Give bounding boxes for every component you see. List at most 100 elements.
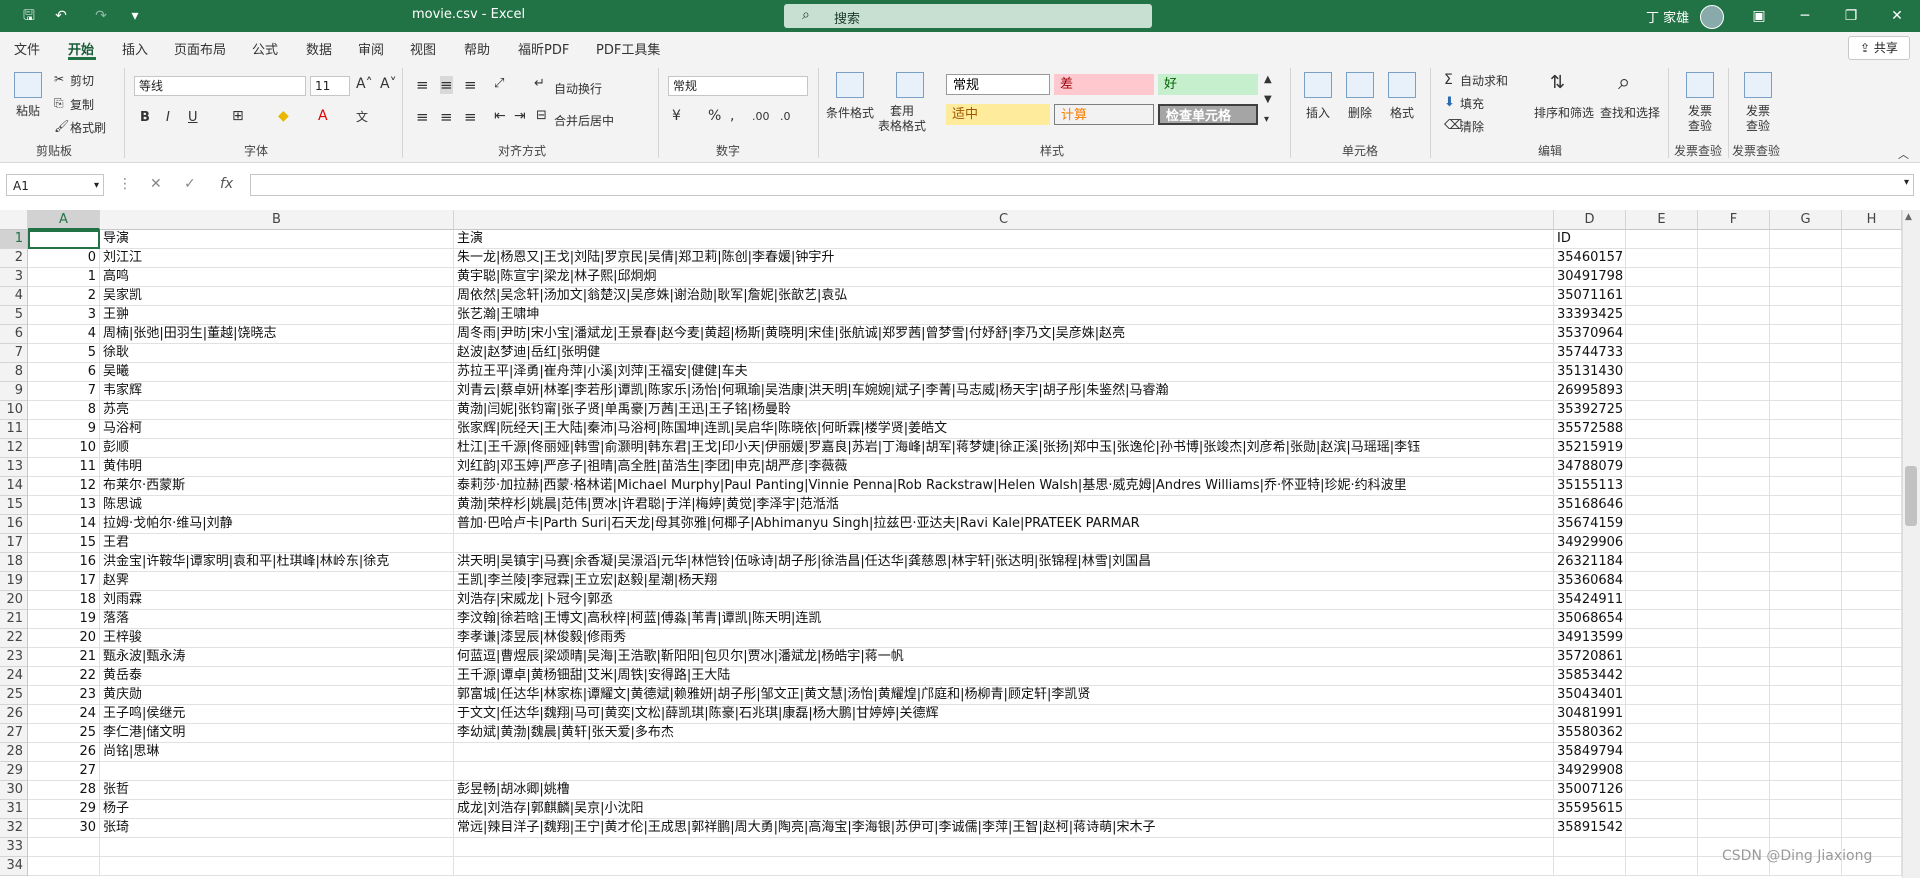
cell[interactable]: 布莱尔·西蒙斯 xyxy=(100,477,454,496)
cell[interactable] xyxy=(1626,591,1698,610)
merge-center-icon[interactable]: ⊟ xyxy=(536,108,547,123)
cell[interactable] xyxy=(1698,762,1770,781)
cell[interactable] xyxy=(1842,287,1902,306)
cell[interactable] xyxy=(28,230,100,249)
format-painter-icon[interactable]: 🖌 xyxy=(54,119,69,133)
cell[interactable] xyxy=(1842,553,1902,572)
bold-button[interactable]: B xyxy=(140,110,150,125)
styles-scroll-up-icon[interactable]: ▲ xyxy=(1264,74,1272,85)
cell[interactable] xyxy=(1626,363,1698,382)
italic-button[interactable]: I xyxy=(166,110,170,125)
cell[interactable]: 李幼斌|黄渤|魏晨|黄轩|张天爱|多布杰 xyxy=(454,724,1554,743)
number-format-dropdown[interactable]: 常规 xyxy=(668,76,808,96)
style-normal[interactable]: 常规 xyxy=(946,74,1050,95)
cell[interactable]: 泰莉莎·加拉赫|西蒙·格林诺|Michael Murphy|Paul Panti… xyxy=(454,477,1554,496)
cell[interactable]: 34788079 xyxy=(1554,458,1626,477)
row-header[interactable]: 22 xyxy=(0,629,28,648)
cell[interactable]: 成龙|刘浩存|郭麒麟|吴京|小沈阳 xyxy=(454,800,1554,819)
cell[interactable]: 28 xyxy=(28,781,100,800)
cell[interactable] xyxy=(454,762,1554,781)
style-neutral[interactable]: 适中 xyxy=(946,104,1050,125)
table-format-button[interactable]: 套用 表格格式 xyxy=(878,104,926,134)
row-header[interactable]: 12 xyxy=(0,439,28,458)
cell[interactable] xyxy=(1770,401,1842,420)
cell[interactable]: 35744733 xyxy=(1554,344,1626,363)
cell[interactable]: 34929906 xyxy=(1554,534,1626,553)
cell[interactable] xyxy=(1770,686,1842,705)
cell[interactable] xyxy=(1770,743,1842,762)
cell[interactable] xyxy=(1698,534,1770,553)
wrap-text-icon[interactable]: ↵ xyxy=(534,76,545,91)
cell[interactable] xyxy=(1626,325,1698,344)
cell[interactable]: 16 xyxy=(28,553,100,572)
style-check-cell[interactable]: 检查单元格 xyxy=(1158,104,1258,125)
conditional-format-icon[interactable] xyxy=(836,72,864,98)
cell[interactable]: 苏亮 xyxy=(100,401,454,420)
cell[interactable] xyxy=(1842,743,1902,762)
invoice-check-icon[interactable] xyxy=(1686,72,1714,98)
cell[interactable] xyxy=(1698,401,1770,420)
clear-button[interactable]: 清除 xyxy=(1460,118,1484,135)
sort-filter-icon[interactable]: ⇅ xyxy=(1550,72,1565,93)
cell[interactable]: 杨子 xyxy=(100,800,454,819)
cell[interactable]: 35595615 xyxy=(1554,800,1626,819)
cell[interactable] xyxy=(1770,667,1842,686)
cell[interactable] xyxy=(1698,667,1770,686)
cell[interactable] xyxy=(1698,249,1770,268)
cell[interactable]: 洪天明|吴镇宇|马赛|余香凝|吴澋滔|元华|林恺铃|伍咏诗|胡子彤|徐浩昌|任达… xyxy=(454,553,1554,572)
cell[interactable]: 马浴柯 xyxy=(100,420,454,439)
cell[interactable]: 17 xyxy=(28,572,100,591)
row-header[interactable]: 33 xyxy=(0,838,28,857)
tab-file[interactable]: 文件 xyxy=(14,39,40,58)
spreadsheet-grid[interactable]: A B C D E F G H 1 导演 主演 ID 2 0 刘江江 朱一龙|杨恩又|王戈|刘陆|罗京民|吴倩… xyxy=(0,210,1920,878)
cell[interactable] xyxy=(1626,287,1698,306)
tab-data[interactable]: 数据 xyxy=(306,39,332,58)
cell[interactable] xyxy=(1554,857,1626,876)
underline-button[interactable]: U xyxy=(188,110,198,125)
cell[interactable]: 18 xyxy=(28,591,100,610)
cell[interactable] xyxy=(1698,439,1770,458)
autosum-button[interactable]: 自动求和 xyxy=(1460,72,1508,89)
cell[interactable] xyxy=(1626,781,1698,800)
row-header[interactable]: 28 xyxy=(0,743,28,762)
cell[interactable]: 王子鸣|侯继元 xyxy=(100,705,454,724)
select-all-corner[interactable] xyxy=(0,210,28,230)
cell[interactable]: 19 xyxy=(28,610,100,629)
cell[interactable] xyxy=(1842,268,1902,287)
cell[interactable] xyxy=(1770,477,1842,496)
row-header[interactable]: 7 xyxy=(0,344,28,363)
align-right-icon[interactable]: ≡ xyxy=(464,108,477,126)
close-icon[interactable]: ✕ xyxy=(1874,0,1920,32)
find-select-icon[interactable]: ⌕ xyxy=(1618,70,1630,95)
fill-color-icon[interactable]: ◆ xyxy=(278,108,289,124)
cell[interactable]: 30481991 xyxy=(1554,705,1626,724)
cell[interactable] xyxy=(100,838,454,857)
scroll-up-icon[interactable]: ▲ xyxy=(1905,212,1912,222)
cell[interactable]: 3 xyxy=(28,306,100,325)
cell[interactable]: 洪金宝|许鞍华|谭家明|袁和平|杜琪峰|林岭东|徐克 xyxy=(100,553,454,572)
cell[interactable] xyxy=(1626,306,1698,325)
cell[interactable] xyxy=(1698,344,1770,363)
row-header[interactable]: 31 xyxy=(0,800,28,819)
cell[interactable]: 35720861 xyxy=(1554,648,1626,667)
copy-icon[interactable]: ⎘ xyxy=(54,96,64,111)
cell[interactable] xyxy=(1698,591,1770,610)
cell[interactable] xyxy=(1626,762,1698,781)
cell[interactable] xyxy=(1770,610,1842,629)
increase-font-icon[interactable]: A˄ xyxy=(356,76,373,92)
cell[interactable] xyxy=(1698,629,1770,648)
cell[interactable]: 25 xyxy=(28,724,100,743)
paste-icon[interactable] xyxy=(14,72,42,98)
cell[interactable]: 常远|辣目洋子|魏翔|王宁|黄才伦|王成思|郭祥鹏|周大勇|陶亮|高海宝|李海银… xyxy=(454,819,1554,838)
cell[interactable] xyxy=(1698,325,1770,344)
merge-center-button[interactable]: 合并后居中 xyxy=(554,112,614,129)
cell[interactable] xyxy=(1626,838,1698,857)
cell[interactable]: 于文文|任达华|魏翔|马可|黄奕|文松|薛凯琪|陈豪|石兆琪|康磊|杨大鹏|甘婷… xyxy=(454,705,1554,724)
row-header[interactable]: 9 xyxy=(0,382,28,401)
cut-button[interactable]: 剪切 xyxy=(70,72,94,89)
avatar[interactable] xyxy=(1700,5,1724,29)
name-box-dropdown-icon[interactable]: ▾ xyxy=(94,175,99,197)
cell[interactable] xyxy=(454,857,1554,876)
cell[interactable]: 35071161 xyxy=(1554,287,1626,306)
cell[interactable] xyxy=(1770,629,1842,648)
